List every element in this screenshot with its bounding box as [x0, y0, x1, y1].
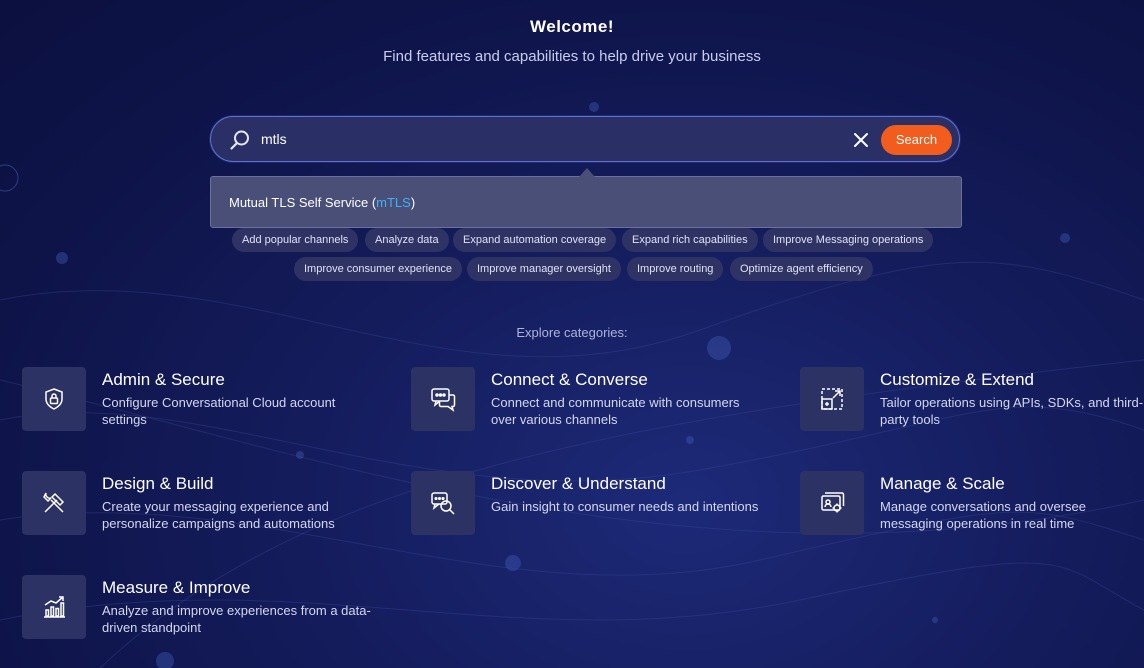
expand-window-icon: [800, 367, 864, 431]
category-manage-scale[interactable]: Manage & Scale Manage conversations and …: [800, 471, 1144, 537]
chip-improve-manager-oversight[interactable]: Improve manager oversight: [467, 257, 621, 281]
chip-expand-rich-capabilities[interactable]: Expand rich capabilities: [622, 228, 758, 252]
chip-analyze-data[interactable]: Analyze data: [365, 228, 449, 252]
search-input[interactable]: mtls: [261, 131, 287, 147]
category-title: Admin & Secure: [102, 370, 225, 389]
category-connect-converse[interactable]: Connect & Converse Connect and communica…: [411, 367, 771, 433]
suggestion-suffix: ): [410, 195, 416, 210]
suggestion-highlight: mTLS: [376, 195, 411, 210]
category-admin-secure[interactable]: Admin & Secure Configure Conversational …: [22, 367, 382, 433]
category-description: Manage conversations and oversee messagi…: [880, 499, 1086, 531]
category-description: Connect and communicate with consumers o…: [491, 395, 740, 427]
chip-improve-messaging-operations[interactable]: Improve Messaging operations: [763, 228, 934, 252]
category-customize-extend[interactable]: Customize & Extend Tailor operations usi…: [800, 367, 1144, 433]
dropdown-caret: [579, 168, 595, 177]
tools-icon: [22, 471, 86, 535]
suggestion-prefix: Mutual TLS Self Service (: [229, 195, 377, 210]
category-title: Design & Build: [102, 474, 214, 493]
explore-categories-label: Explore categories:: [516, 325, 628, 340]
chat-bubbles-icon: [411, 367, 475, 431]
category-title: Connect & Converse: [491, 370, 648, 389]
category-description: Configure Conversational Cloud account s…: [102, 395, 336, 427]
search-icon: [229, 129, 251, 151]
search-bar: mtls Search: [210, 116, 960, 162]
category-title: Manage & Scale: [880, 474, 1005, 493]
category-title: Discover & Understand: [491, 474, 666, 493]
search-suggestions: Mutual TLS Self Service (mTLS): [210, 168, 962, 228]
chip-improve-consumer-experience[interactable]: Improve consumer experience: [294, 257, 462, 281]
chat-search-icon: [411, 471, 475, 535]
growth-chart-icon: [22, 575, 86, 639]
category-description: Gain insight to consumer needs and inten…: [491, 499, 759, 514]
chip-optimize-agent-efficiency[interactable]: Optimize agent efficiency: [730, 257, 873, 281]
category-description: Create your messaging experience and per…: [102, 499, 335, 531]
category-measure-improve[interactable]: Measure & Improve Analyze and improve ex…: [22, 575, 382, 641]
category-discover-understand[interactable]: Discover & Understand Gain insight to co…: [411, 471, 771, 537]
chip-expand-automation-coverage[interactable]: Expand automation coverage: [453, 228, 617, 252]
chip-add-popular-channels[interactable]: Add popular channels: [232, 228, 359, 252]
chip-improve-routing[interactable]: Improve routing: [627, 257, 724, 281]
search-button[interactable]: Search: [881, 125, 952, 155]
category-title: Customize & Extend: [880, 370, 1035, 389]
category-description: Analyze and improve experiences from a d…: [102, 603, 371, 635]
page-subtitle: Find features and capabilities to help d…: [383, 48, 761, 65]
clear-search-icon[interactable]: [851, 130, 871, 150]
suggestion-item-mtls[interactable]: Mutual TLS Self Service (mTLS): [229, 195, 415, 210]
category-design-build[interactable]: Design & Build Create your messaging exp…: [22, 471, 382, 537]
shield-lock-icon: [22, 367, 86, 431]
category-description: Tailor operations using APIs, SDKs, and …: [880, 395, 1144, 427]
page-title: Welcome!: [530, 17, 614, 36]
category-title: Measure & Improve: [102, 578, 251, 597]
monitor-gear-icon: [800, 471, 864, 535]
